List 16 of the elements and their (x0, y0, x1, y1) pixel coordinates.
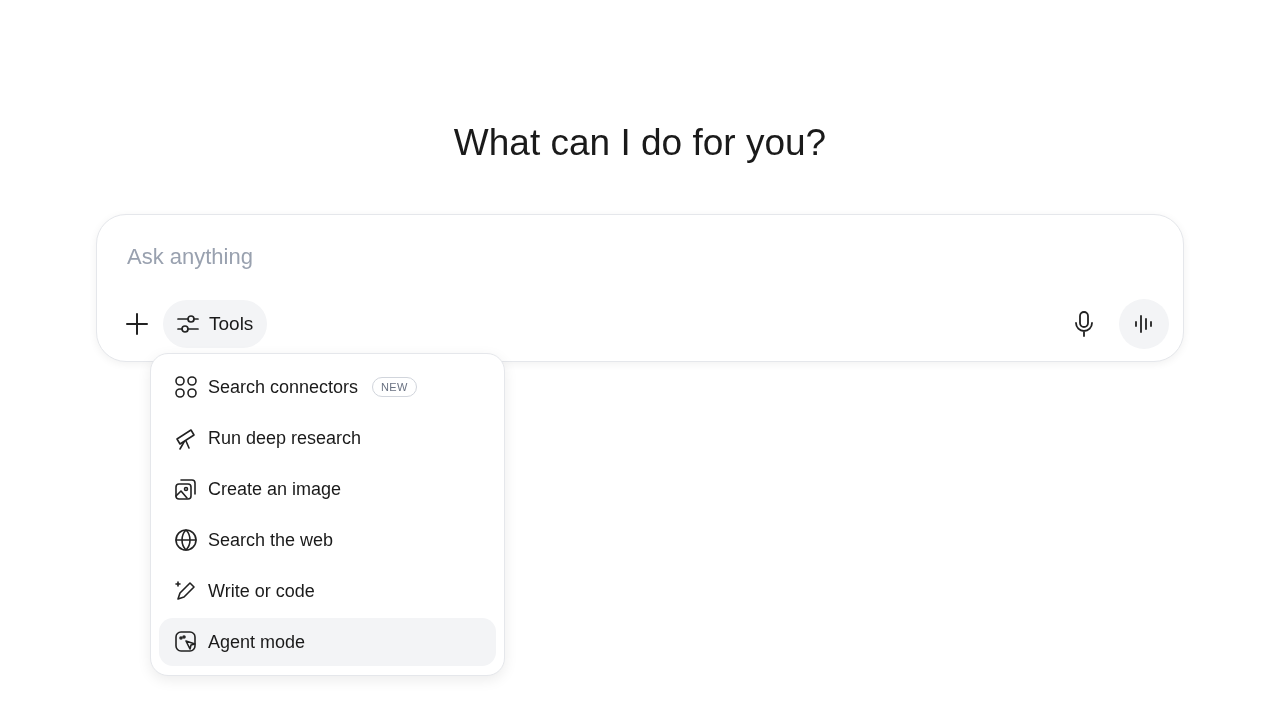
add-button[interactable] (123, 310, 151, 338)
globe-icon (174, 528, 198, 552)
waveform-icon (1134, 315, 1154, 333)
voice-button[interactable] (1119, 299, 1169, 349)
cursor-frame-icon (174, 630, 198, 654)
microphone-icon (1074, 311, 1094, 337)
tools-button[interactable]: Tools (163, 300, 268, 348)
menu-item[interactable]: Agent mode (159, 618, 496, 666)
message-input[interactable]: Ask anything (127, 241, 1027, 271)
images-icon (174, 477, 198, 501)
sliders-icon (177, 313, 199, 335)
nodes-icon (174, 375, 198, 399)
pen-sparkle-icon (174, 579, 198, 603)
page-heading: What can I do for you? (453, 121, 827, 165)
telescope-icon (174, 426, 198, 450)
plus-icon (126, 313, 148, 335)
